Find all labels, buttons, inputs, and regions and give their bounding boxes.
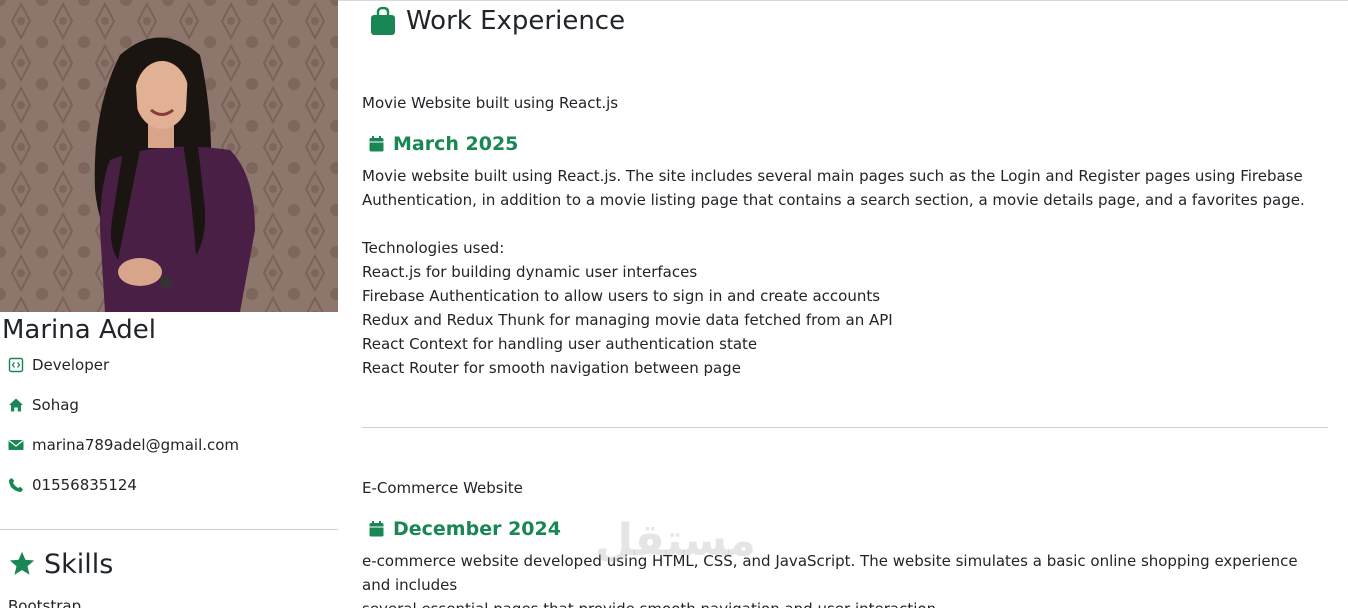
briefcase-icon bbox=[370, 6, 396, 36]
skill-item: Bootstrap bbox=[8, 597, 82, 608]
profile-location-text: Sohag bbox=[32, 396, 79, 414]
profile-phone-text[interactable]: 01556835124 bbox=[32, 476, 137, 494]
profile-name: Marina Adel bbox=[2, 315, 157, 345]
job-description-line: e-commerce website developed using HTML,… bbox=[362, 552, 1298, 594]
job-date-text: December 2024 bbox=[393, 518, 561, 540]
job-date: March 2025 bbox=[369, 131, 518, 157]
code-icon bbox=[8, 357, 24, 373]
experience-main: Work Experience Movie Website built usin… bbox=[362, 0, 1328, 608]
tech-list: Technologies used: React.js for building… bbox=[362, 236, 893, 380]
envelope-icon bbox=[8, 437, 24, 453]
tech-item: React Context for handling user authenti… bbox=[362, 335, 758, 353]
calendar-icon bbox=[369, 136, 384, 152]
profile-email-text[interactable]: marina789adel@gmail.com bbox=[32, 436, 239, 454]
tech-item: React.js for building dynamic user inter… bbox=[362, 263, 698, 281]
profile-sidebar: Marina Adel Developer Sohag marina789ade… bbox=[0, 0, 338, 608]
job-description: Movie website built using React.js. The … bbox=[362, 164, 1328, 212]
experience-heading: Work Experience bbox=[370, 4, 625, 38]
experience-heading-text: Work Experience bbox=[406, 6, 626, 36]
profile-role-text: Developer bbox=[32, 356, 110, 374]
sidebar-divider bbox=[0, 529, 338, 530]
skills-heading-text: Skills bbox=[44, 548, 114, 580]
tech-heading: Technologies used: bbox=[362, 239, 505, 257]
job-description: e-commerce website developed using HTML,… bbox=[362, 549, 1328, 608]
job-title: E-Commerce Website bbox=[362, 479, 523, 497]
profile-photo bbox=[0, 0, 338, 312]
tech-item: Redux and Redux Thunk for managing movie… bbox=[362, 311, 893, 329]
job-description-line: several essential pages that provide smo… bbox=[362, 597, 1328, 608]
skills-heading: Skills bbox=[8, 546, 113, 582]
profile-role: Developer bbox=[8, 355, 109, 375]
job-title: Movie Website built using React.js bbox=[362, 94, 619, 112]
job-divider bbox=[362, 427, 1328, 428]
house-icon bbox=[8, 397, 24, 413]
profile-phone[interactable]: 01556835124 bbox=[8, 475, 137, 495]
job-date: December 2024 bbox=[369, 516, 561, 542]
resume-page: Marina Adel Developer Sohag marina789ade… bbox=[0, 0, 1348, 608]
star-icon bbox=[8, 550, 36, 578]
phone-icon bbox=[8, 477, 24, 493]
job-description-line: Authentication, in addition to a movie l… bbox=[362, 191, 1305, 209]
tech-item: React Router for smooth navigation betwe… bbox=[362, 359, 741, 377]
job-description-line: Movie website built using React.js. The … bbox=[362, 167, 1303, 185]
profile-email[interactable]: marina789adel@gmail.com bbox=[8, 435, 239, 455]
tech-item: Firebase Authentication to allow users t… bbox=[362, 287, 881, 305]
calendar-icon bbox=[369, 521, 384, 537]
job-date-text: March 2025 bbox=[393, 133, 519, 155]
profile-location: Sohag bbox=[8, 395, 79, 415]
